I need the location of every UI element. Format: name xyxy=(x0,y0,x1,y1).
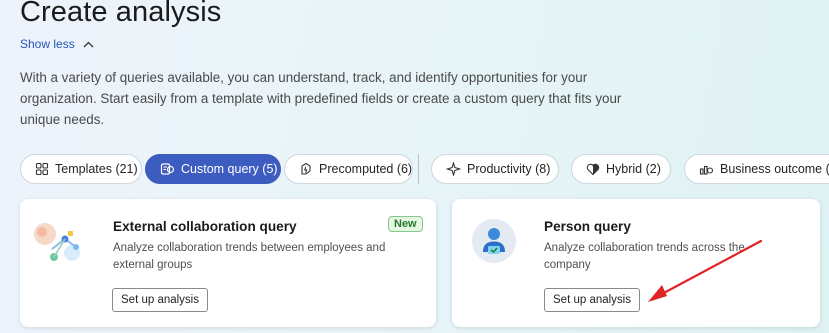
filter-productivity-label: Productivity (8) xyxy=(467,162,551,176)
show-less-label: Show less xyxy=(20,37,75,51)
person-icon xyxy=(472,219,516,263)
business-outcome-icon xyxy=(699,165,714,175)
show-less-toggle[interactable]: Show less xyxy=(20,37,94,51)
filter-precomputed-label: Precomputed (6) xyxy=(319,162,413,176)
set-up-analysis-button[interactable]: Set up analysis xyxy=(544,288,640,312)
filter-business-outcome-label: Business outcome (4 xyxy=(720,162,829,176)
annotation-arrow xyxy=(648,239,763,302)
filter-templates-label: Templates (21) xyxy=(55,162,138,176)
filter-productivity[interactable]: Productivity (8) xyxy=(431,154,559,184)
set-up-analysis-button[interactable]: Set up analysis xyxy=(112,288,208,312)
filter-hybrid-label: Hybrid (2) xyxy=(606,162,661,176)
filter-templates[interactable]: Templates (21) xyxy=(20,154,142,184)
filter-custom-query-label: Custom query (5) xyxy=(181,162,278,176)
page-title: Create analysis xyxy=(20,0,222,28)
new-badge: New xyxy=(388,216,423,232)
grid-icon xyxy=(35,162,49,176)
page-description: With a variety of queries available, you… xyxy=(20,70,622,127)
chevron-up-icon xyxy=(83,41,94,47)
hybrid-icon xyxy=(586,163,600,176)
card-title: Person query xyxy=(544,219,631,234)
custom-query-icon xyxy=(160,163,175,175)
card-description: Analyze collaboration trends between emp… xyxy=(113,242,386,271)
precomputed-icon xyxy=(301,162,311,175)
card-title: External collaboration query xyxy=(113,219,297,234)
filter-precomputed[interactable]: Precomputed (6) xyxy=(284,154,413,184)
filter-business-outcome[interactable]: Business outcome (4 xyxy=(684,154,829,184)
sparkle-icon xyxy=(446,162,461,176)
collaboration-network-icon xyxy=(34,223,80,261)
filter-custom-query[interactable]: Custom query (5) xyxy=(145,154,281,184)
external-collaboration-card[interactable]: External collaboration query New Analyze… xyxy=(20,199,436,327)
filter-hybrid[interactable]: Hybrid (2) xyxy=(571,154,671,184)
filter-divider xyxy=(418,154,419,184)
